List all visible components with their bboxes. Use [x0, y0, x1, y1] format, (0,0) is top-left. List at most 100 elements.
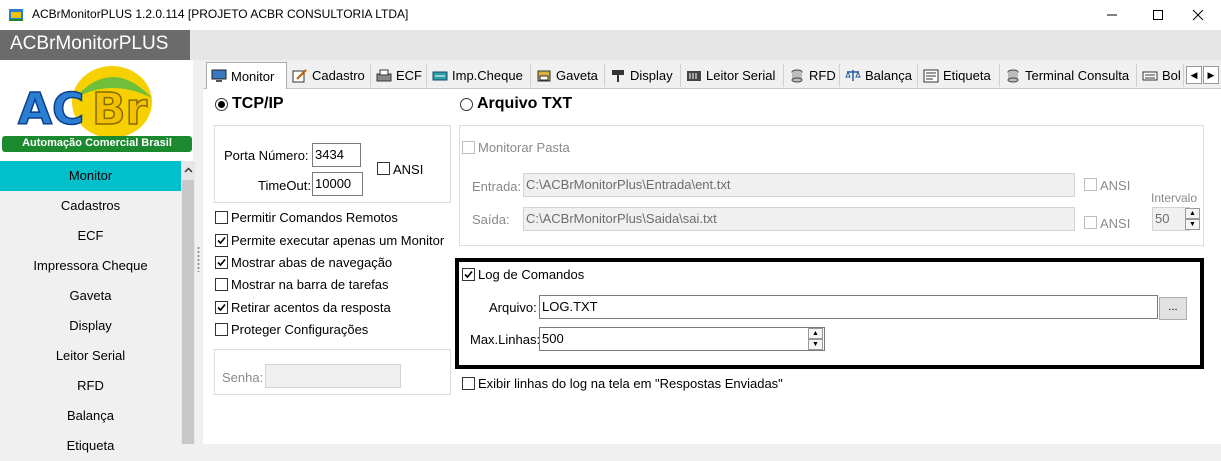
keyboard-icon: [1142, 69, 1158, 83]
sidebar-item-monitor[interactable]: Monitor: [0, 161, 181, 191]
entrada-input[interactable]: C:\ACBrMonitorPlus\Entrada\ent.txt: [523, 173, 1075, 197]
sidebar-item-rfd[interactable]: RFD: [0, 371, 181, 401]
sidebar-item-balanca[interactable]: Balança: [0, 401, 181, 431]
tab-etiqueta[interactable]: Etiqueta: [919, 64, 1000, 87]
tcp-ansi-checkbox[interactable]: [377, 162, 390, 175]
saida-input[interactable]: C:\ACBrMonitorPlus\Saida\sai.txt: [523, 207, 1075, 231]
tab-monitor[interactable]: Monitor: [206, 62, 287, 89]
tab-label: RFD: [809, 68, 836, 83]
mostrar-barra-tarefas-label: Mostrar na barra de tarefas: [231, 277, 389, 292]
check-printer-icon: [432, 69, 448, 83]
mostrar-abas-label: Mostrar abas de navegação: [231, 255, 393, 270]
arquivo-label: Arquivo:: [489, 300, 537, 315]
tab-imp-cheque[interactable]: Imp.Cheque: [428, 64, 531, 87]
sidebar-item-impressora-cheque[interactable]: Impressora Cheque: [0, 251, 181, 281]
entrada-ansi-label: ANSI: [1100, 178, 1131, 193]
window-title: ACBrMonitorPLUS 1.2.0.114 [PROJETO ACBR …: [32, 7, 409, 21]
scale-icon: [845, 69, 861, 83]
permitir-comandos-remotos-label: Permitir Comandos Remotos: [231, 210, 398, 225]
timeout-label: TimeOut:: [258, 178, 311, 193]
mostrar-abas-checkbox[interactable]: [215, 256, 228, 269]
sidebar-scroll-thumb[interactable]: [182, 180, 194, 444]
barcode-icon: [686, 69, 702, 83]
timeout-input[interactable]: 10000: [312, 172, 363, 196]
edit-icon: [292, 68, 308, 83]
tab-rfd[interactable]: RFD: [785, 64, 840, 87]
app-icon: [9, 9, 23, 21]
tab-ecf[interactable]: ECF: [372, 64, 427, 87]
tab-label: Gaveta: [556, 68, 598, 83]
tab-label: Cadastro: [312, 68, 365, 83]
spin-down-icon[interactable]: ▼: [808, 339, 823, 350]
sidebar-item-gaveta[interactable]: Gaveta: [0, 281, 181, 311]
sidebar: Monitor Cadastros ECF Impressora Cheque …: [0, 161, 181, 453]
sidebar-item-etiqueta[interactable]: Etiqueta: [0, 431, 181, 461]
retirar-acentos-checkbox[interactable]: [215, 301, 228, 314]
exibir-linhas-label: Exibir linhas do log na tela em "Respost…: [478, 376, 783, 391]
log-comandos-checkbox[interactable]: [462, 268, 475, 281]
close-icon[interactable]: [1175, 0, 1221, 30]
tab-label: Bol: [1162, 68, 1181, 83]
tcp-ip-title: TCP/IP: [232, 95, 284, 112]
permitir-comandos-remotos-checkbox[interactable]: [215, 211, 228, 224]
display-icon: [610, 69, 626, 83]
spin-up-icon[interactable]: ▲: [1185, 208, 1200, 219]
splitter-grip-icon[interactable]: [197, 246, 200, 272]
mostrar-barra-tarefas-checkbox[interactable]: [215, 278, 228, 291]
sidebar-item-ecf[interactable]: ECF: [0, 221, 181, 251]
log-comandos-label: Log de Comandos: [478, 267, 585, 282]
tab-cadastro[interactable]: Cadastro: [288, 64, 371, 87]
monitorar-pasta-label: Monitorar Pasta: [478, 140, 570, 155]
tab-leitor-serial[interactable]: Leitor Serial: [682, 64, 784, 87]
permite-apenas-um-monitor-checkbox[interactable]: [215, 234, 228, 247]
proteger-configuracoes-label: Proteger Configurações: [231, 322, 369, 337]
database-icon: [789, 69, 805, 83]
minimize-icon[interactable]: [1089, 0, 1135, 30]
logo-text: AC: [18, 84, 84, 135]
scroll-up-icon[interactable]: [181, 161, 195, 179]
database-icon: [1005, 69, 1021, 83]
tab-label: Terminal Consulta: [1025, 68, 1130, 83]
svg-text:Br: Br: [92, 84, 148, 135]
spin-up-icon[interactable]: ▲: [808, 328, 823, 339]
tab-label: Imp.Cheque: [452, 68, 523, 83]
tab-scroll-left-icon[interactable]: ◀: [1186, 66, 1202, 84]
tab-balanca[interactable]: Balança: [841, 64, 918, 87]
saida-ansi-checkbox[interactable]: [1084, 216, 1097, 229]
porta-input[interactable]: 3434: [312, 143, 361, 167]
label-icon: [923, 69, 939, 83]
arquivo-log-input[interactable]: LOG.TXT: [539, 295, 1158, 319]
proteger-configuracoes-checkbox[interactable]: [215, 323, 228, 336]
exibir-linhas-checkbox[interactable]: [462, 377, 475, 390]
sidebar-item-leitor-serial[interactable]: Leitor Serial: [0, 341, 181, 371]
arquivo-txt-title: Arquivo TXT: [477, 95, 573, 112]
tab-terminal-consulta[interactable]: Terminal Consulta: [1001, 64, 1137, 87]
monitor-icon: [211, 69, 227, 83]
browse-button[interactable]: ...: [1159, 297, 1187, 320]
sidebar-item-cadastros[interactable]: Cadastros: [0, 191, 181, 221]
sidebar-item-display[interactable]: Display: [0, 311, 181, 341]
max-linhas-input[interactable]: 500: [539, 327, 825, 351]
tab-gaveta[interactable]: Gaveta: [532, 64, 605, 87]
brand-label: ACBrMonitorPLUS: [0, 30, 190, 60]
tcp-ip-radio[interactable]: [215, 98, 228, 111]
intervalo-spinner[interactable]: ▲ ▼: [1185, 208, 1200, 230]
tab-bol[interactable]: Bol: [1138, 64, 1184, 87]
monitorar-pasta-checkbox[interactable]: [462, 141, 475, 154]
max-linhas-label: Max.Linhas:: [470, 332, 541, 347]
tab-display[interactable]: Display: [606, 64, 681, 87]
tcp-ansi-label: ANSI: [393, 162, 424, 177]
senha-input[interactable]: [265, 364, 401, 388]
entrada-label: Entrada:: [472, 179, 522, 194]
acbr-logo: AC Br Automação Comercial Brasil: [0, 60, 193, 162]
permite-apenas-um-monitor-label: Permite executar apenas um Monitor: [231, 233, 445, 248]
tab-label: Display: [630, 68, 673, 83]
entrada-ansi-checkbox[interactable]: [1084, 178, 1097, 191]
spin-down-icon[interactable]: ▼: [1185, 219, 1200, 230]
tab-scroll-right-icon[interactable]: ▶: [1203, 66, 1219, 84]
arquivo-txt-radio[interactable]: [460, 98, 473, 111]
intervalo-label: Intervalo: [1151, 191, 1198, 205]
tab-label: ECF: [396, 68, 422, 83]
tab-label: Leitor Serial: [706, 68, 776, 83]
max-linhas-spinner[interactable]: ▲ ▼: [808, 328, 823, 350]
